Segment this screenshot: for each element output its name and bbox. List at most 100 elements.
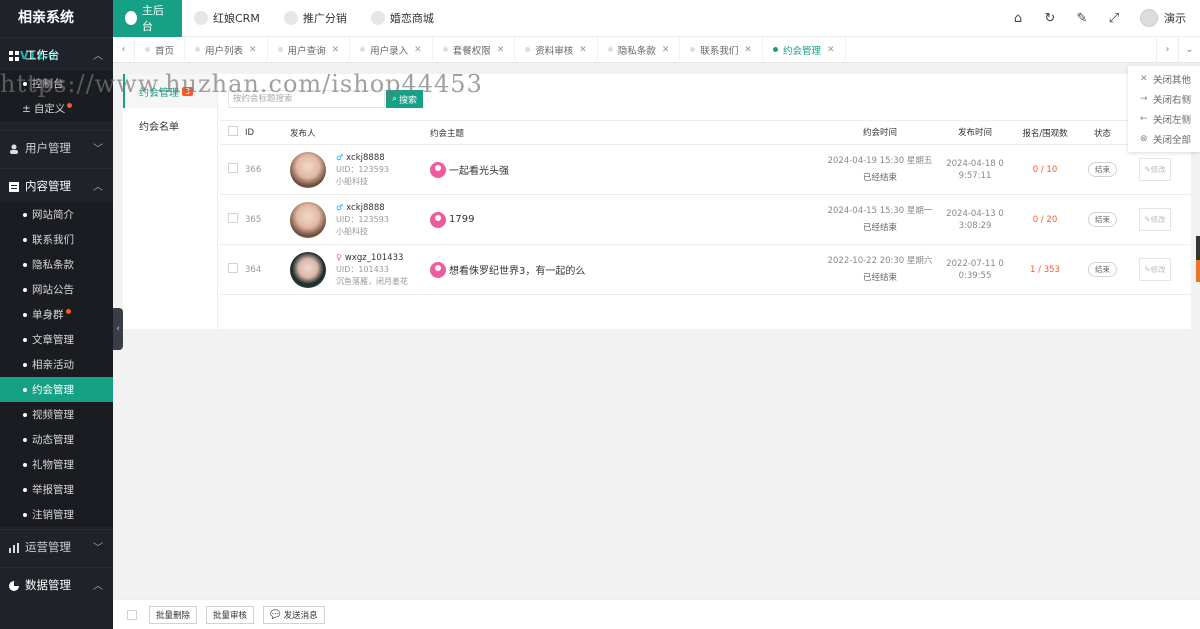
pub-time-line2: 0:39:55 <box>958 270 992 281</box>
edit-button[interactable]: ✎修改 <box>1139 158 1171 181</box>
sidebar-item-content-4[interactable]: 单身群 <box>0 302 113 327</box>
sidebar-item-content-7[interactable]: 约会管理 <box>0 377 113 402</box>
publisher-uid: UID：101433 <box>336 264 389 274</box>
tab-date-list[interactable]: 约会名单 <box>123 108 217 142</box>
page-tab-2[interactable]: 用户查询 ✕ <box>268 36 351 63</box>
publisher-org: 沉鱼落雁，闭月羞花 <box>336 276 408 286</box>
tabs-next-button[interactable]: › <box>1156 36 1178 63</box>
sidebar-group-ops[interactable]: 运营管理 ﹀ <box>0 529 113 563</box>
fullscreen-icon[interactable]: ⤢ <box>1098 11 1130 26</box>
topnav-crm[interactable]: 红娘CRM <box>182 0 272 37</box>
page-tab-4[interactable]: 套餐权限 ✕ <box>433 36 516 63</box>
dashboard-icon <box>9 50 19 61</box>
close-icon[interactable]: ✕ <box>497 45 505 55</box>
pub-time-line1: 2022-07-11 0 <box>946 258 1004 269</box>
page-tab-6[interactable]: 隐私条款 ✕ <box>598 36 681 63</box>
sidebar-item-content-12[interactable]: 注销管理 <box>0 502 113 527</box>
header-pub-time: 发布时间 <box>957 127 992 138</box>
page-tab-0[interactable]: 首页 <box>135 36 186 63</box>
chevron-down-icon: ﹀ <box>93 144 103 155</box>
status-badge[interactable]: 结束 <box>1088 162 1117 177</box>
date-state: 已经结束 <box>862 223 897 233</box>
tabs-prev-button[interactable]: ‹ <box>113 36 135 63</box>
table-header: ID 发布人 约会主题 约会时间 发布时间 报名/围观数 状态 <box>219 120 1191 145</box>
avatar[interactable] <box>290 151 326 188</box>
bottom-select-all-checkbox[interactable] <box>127 609 137 620</box>
mall-icon <box>370 11 385 25</box>
sidebar-group-user[interactable]: 用户管理 ﹀ <box>0 130 113 164</box>
table-row: 365 ♂ xckj8888 UID：123593 小船科技 1799 2024-04-15… <box>219 195 1191 245</box>
user-menu[interactable]: 演示 <box>1140 9 1186 27</box>
close-icon[interactable]: ✕ <box>579 45 587 55</box>
arrow-left-icon: ← <box>1140 114 1148 124</box>
sidebar-item-custom[interactable]: ± 自定义 <box>0 96 113 121</box>
avatar[interactable] <box>290 201 326 238</box>
home-icon[interactable]: ⌂ <box>1002 11 1034 26</box>
pub-time-line1: 2024-04-18 0 <box>946 158 1004 169</box>
sidebar-item-content-9[interactable]: 动态管理 <box>0 427 113 452</box>
crm-icon <box>194 11 208 25</box>
status-badge[interactable]: 结束 <box>1088 262 1117 277</box>
close-icon[interactable]: ✕ <box>414 45 422 55</box>
pie-icon <box>9 580 19 591</box>
tabs-menu-button[interactable]: ⌄ <box>1178 36 1200 63</box>
page-tab-7[interactable]: 联系我们 ✕ <box>680 36 763 63</box>
date-theme-icon <box>430 261 446 278</box>
top-navbar: 主后台 红娘CRM 推广分销 婚恋商城 ⌂ ↻ ✎ ⤢ 演示 <box>113 0 1200 37</box>
send-message-button[interactable]: 💬 发送消息 <box>263 605 325 624</box>
refresh-icon[interactable]: ↻ <box>1034 11 1066 26</box>
topnav-promotion[interactable]: 推广分销 <box>272 0 359 37</box>
menu-close-right[interactable]: → 关闭右侧 <box>1128 89 1200 109</box>
page-tab-5[interactable]: 资料审核 ✕ <box>515 36 598 63</box>
sidebar-group-data[interactable]: 数据管理 ︿ <box>0 567 113 601</box>
sidebar-item-content-6[interactable]: 相亲活动 <box>0 352 113 377</box>
close-icon[interactable]: ✕ <box>827 45 835 55</box>
edit-button[interactable]: ✎修改 <box>1139 258 1171 281</box>
sidebar-collapse-toggle[interactable]: ‹ <box>113 308 123 350</box>
batch-delete-button[interactable]: 批量删除 <box>149 605 198 624</box>
menu-close-left[interactable]: ← 关闭左侧 <box>1128 109 1200 129</box>
page-tab-1[interactable]: 用户列表 ✕ <box>185 36 268 63</box>
sidebar-item-content-11[interactable]: 举报管理 <box>0 477 113 502</box>
date-theme: 一起看光头强 <box>449 166 509 177</box>
menu-close-others[interactable]: ✕ 关闭其他 <box>1128 69 1200 89</box>
page-tab-3[interactable]: 用户录入 ✕ <box>350 36 433 63</box>
sidebar-item-content-8[interactable]: 视频管理 <box>0 402 113 427</box>
sidebar-group-workbench[interactable]: 工作台 ︿ <box>0 37 113 71</box>
batch-review-button[interactable]: 批量审核 <box>206 605 255 624</box>
table-row: 364 ♀ wxgz_101433 UID：101433 沉鱼落雁，闭月羞花 想看侏罗纪世… <box>219 245 1191 295</box>
avatar <box>1140 9 1158 27</box>
close-icon[interactable]: ✕ <box>744 45 752 55</box>
close-icon[interactable]: ✕ <box>662 45 670 55</box>
topnav-main[interactable]: 主后台 <box>113 0 182 37</box>
publisher-org: 小船科技 <box>336 226 368 236</box>
topnav-mall[interactable]: 婚恋商城 <box>359 0 446 37</box>
sidebar-item-content-1[interactable]: 联系我们 <box>0 227 113 252</box>
header-id: ID <box>245 127 255 138</box>
sidebar-item-content-5[interactable]: 文章管理 <box>0 327 113 352</box>
app-logo[interactable]: 相亲系统 V12.0 <box>0 0 113 62</box>
close-icon[interactable]: ✕ <box>332 45 340 55</box>
watermark: https://www.huzhan.com/ishop44453 <box>0 70 483 98</box>
signup-count: 0 / 20 <box>1032 214 1058 225</box>
message-icon: 💬 <box>270 609 281 620</box>
status-badge[interactable]: 结束 <box>1088 212 1117 227</box>
edit-button[interactable]: ✎修改 <box>1139 208 1171 231</box>
sidebar-item-content-0[interactable]: 网站简介 <box>0 202 113 227</box>
date-time: 2022-10-22 20:30 星期六 <box>827 256 933 266</box>
close-icon[interactable]: ✕ <box>249 45 257 55</box>
page-tab-8[interactable]: 约会管理 ✕ <box>763 36 846 63</box>
right-edge-widget-accent <box>1196 260 1200 282</box>
notification-dot <box>65 309 71 314</box>
panel-side-tabs: 约会管理 3 约会名单 <box>123 74 218 329</box>
publisher-name: wxgz_101433 <box>344 252 404 263</box>
sidebar-item-content-2[interactable]: 隐私条款 <box>0 252 113 277</box>
sidebar-item-content-3[interactable]: 网站公告 <box>0 277 113 302</box>
sidebar-group-content[interactable]: 内容管理 ︿ <box>0 168 113 202</box>
avatar[interactable] <box>290 251 326 288</box>
row-id: 366 <box>245 164 262 175</box>
publisher-uid: UID：123593 <box>336 214 389 224</box>
clear-icon[interactable]: ✎ <box>1066 11 1098 26</box>
sidebar-item-content-10[interactable]: 礼物管理 <box>0 452 113 477</box>
menu-close-all[interactable]: ⊗ 关闭全部 <box>1128 129 1200 149</box>
